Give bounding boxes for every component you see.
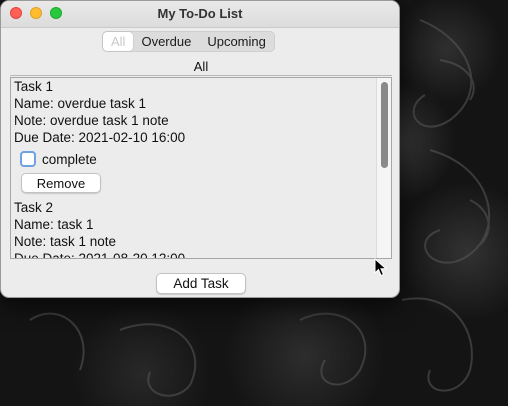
complete-checkbox-row[interactable]: complete (20, 150, 376, 168)
task-note: Note: task 1 note (14, 234, 117, 249)
task-list[interactable]: Task 1 Name: overdue task 1 Note: overdu… (10, 77, 392, 259)
task-name: Name: overdue task 1 (14, 96, 147, 111)
tab-upcoming[interactable]: Upcoming (199, 32, 274, 51)
task-list-content: Task 1 Name: overdue task 1 Note: overdu… (11, 78, 376, 259)
window-title: My To-Do List (157, 6, 243, 21)
mouse-pointer-icon (374, 258, 388, 277)
task-item: Task 1 Name: overdue task 1 Note: overdu… (11, 78, 376, 199)
remove-button[interactable]: Remove (21, 173, 101, 193)
app-window: My To-Do List All Overdue Upcoming All T… (0, 0, 400, 298)
title-bar[interactable]: My To-Do List (1, 1, 399, 28)
task-item: Task 2 Name: task 1 Note: task 1 note Du… (11, 199, 376, 259)
tab-all[interactable]: All (103, 32, 134, 51)
complete-checkbox[interactable] (20, 151, 36, 167)
scrollbar-thumb[interactable] (381, 82, 388, 168)
task-heading: Task 2 (14, 200, 54, 215)
vertical-scrollbar[interactable] (376, 78, 391, 258)
task-due-date: Due Date: 2021-02-10 16:00 (14, 130, 186, 145)
task-name: Name: task 1 (14, 217, 94, 232)
filter-segmented-control: All Overdue Upcoming (102, 31, 275, 52)
panel-header: All (10, 59, 392, 76)
task-heading: Task 1 (14, 79, 54, 94)
complete-label: complete (42, 151, 97, 167)
task-note: Note: overdue task 1 note (14, 113, 169, 128)
add-task-button[interactable]: Add Task (156, 273, 246, 294)
tab-overdue[interactable]: Overdue (133, 32, 199, 51)
task-due-date: Due Date: 2021-08-20 12:00 (14, 251, 186, 259)
